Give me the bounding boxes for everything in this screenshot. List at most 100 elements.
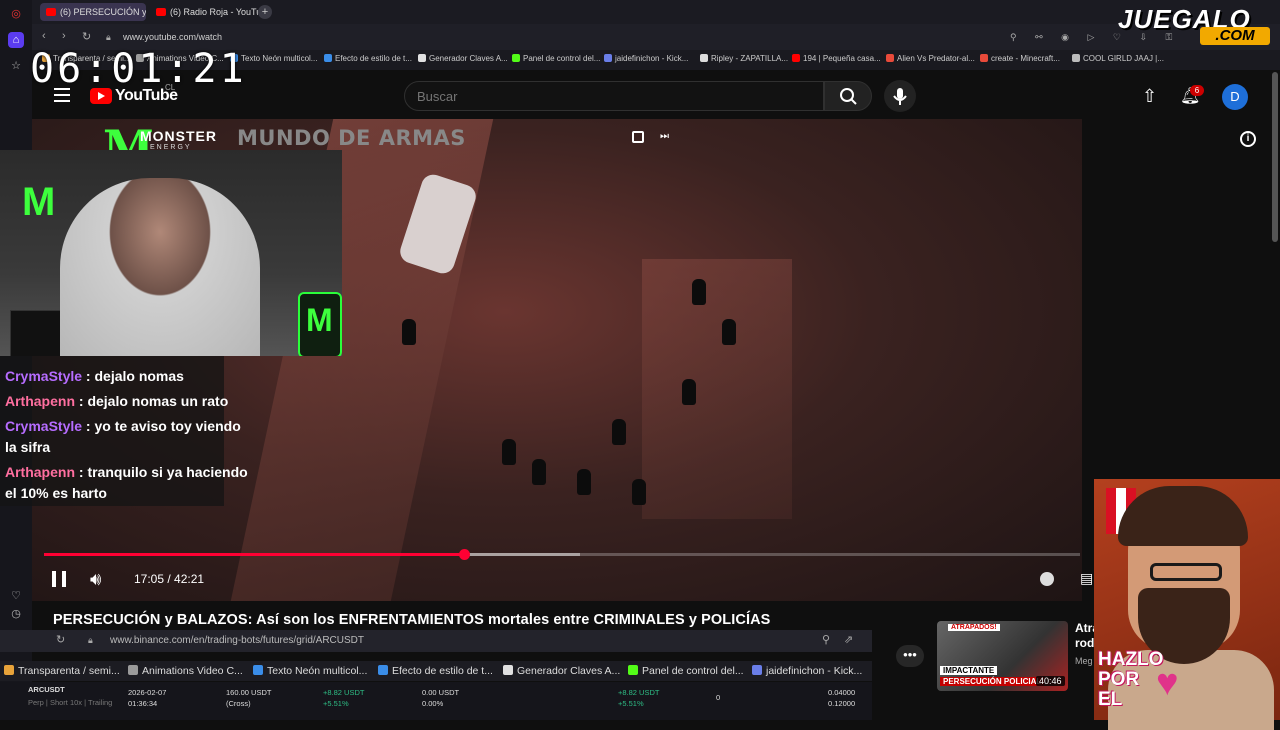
- video-figure: [632, 479, 646, 505]
- new-tab-button[interactable]: +: [258, 5, 272, 19]
- search-input[interactable]: [404, 81, 824, 111]
- bot-pnl: +8.82 USDT: [323, 688, 365, 697]
- notification-count-badge: 6: [1190, 85, 1204, 96]
- second-window-url[interactable]: www.binance.com/en/trading-bots/futures/…: [110, 635, 364, 646]
- bot-total-pnl: +8.82 USDT: [618, 688, 660, 697]
- webcam-feed: M M: [0, 150, 342, 356]
- microphone-icon: [893, 88, 907, 105]
- bookmark-label: Texto Neón multicol...: [241, 54, 318, 63]
- search-button[interactable]: [824, 81, 872, 111]
- page-scrollbar[interactable]: [1272, 72, 1278, 242]
- back-icon[interactable]: ‹: [42, 30, 46, 42]
- bookmark-item[interactable]: Texto Neón multicol...: [253, 665, 367, 677]
- history-icon[interactable]: ◷: [8, 606, 24, 622]
- bookmark-item[interactable]: Generador Claves A...: [418, 54, 508, 63]
- bookmark-favicon-icon: [512, 54, 520, 62]
- bookmark-item[interactable]: Panel de control del...: [628, 665, 744, 677]
- monster-logo-text: MONSTER: [140, 128, 217, 144]
- bookmark-label: Ripley - ZAPATILLA...: [711, 54, 789, 63]
- bot-symbol[interactable]: ARCUSDT: [28, 685, 65, 694]
- thumbnail-badge: ATRAPADOS!: [948, 624, 1000, 631]
- upload-icon[interactable]: ⇧: [1142, 86, 1157, 107]
- video-figure: [692, 279, 706, 305]
- tab-label: (6) Radio Roja - YouTube: [170, 7, 258, 17]
- bookmark-item[interactable]: Panel de control del...: [512, 54, 600, 63]
- search-icon: [840, 88, 857, 105]
- reload-icon[interactable]: ↻: [56, 633, 65, 646]
- bot-pnl-pct: +5.51%: [323, 699, 349, 708]
- bookmark-favicon-icon: [886, 54, 894, 62]
- youtube-favicon-icon: [46, 8, 56, 16]
- progress-scrubber[interactable]: [459, 549, 470, 560]
- tab-persecucion[interactable]: (6) PERSECUCIÓN y B: [40, 3, 146, 21]
- video-figure: [577, 469, 591, 495]
- info-icon[interactable]: i: [1240, 131, 1256, 147]
- lock-icon: 🔒︎: [88, 635, 93, 645]
- video-figure: [612, 419, 626, 445]
- hazlo-line: HAZLO: [1098, 649, 1164, 670]
- bookmark-favicon-icon: [378, 665, 388, 675]
- bookmark-item[interactable]: Transparenta / semi...: [4, 665, 120, 677]
- bookmark-favicon-icon: [792, 54, 800, 62]
- video-figure: [722, 319, 736, 345]
- pause-button[interactable]: [52, 571, 66, 587]
- lock-icon: 🔒︎: [106, 32, 111, 42]
- bookmark-favicon-icon: [980, 54, 988, 62]
- autoplay-toggle-icon[interactable]: [1040, 572, 1054, 586]
- home-icon[interactable]: ⌂: [8, 32, 24, 48]
- bookmark-favicon-icon: [1072, 54, 1080, 62]
- bookmark-item[interactable]: jaidefinichon - Kick...: [752, 665, 862, 677]
- more-actions-button[interactable]: •••: [896, 645, 924, 667]
- second-window-toolbar-icons[interactable]: ⚲⇗: [822, 633, 867, 646]
- bookmark-item[interactable]: Alien Vs Predator-al...: [886, 54, 975, 63]
- bookmark-item[interactable]: Ripley - ZAPATILLA...: [700, 54, 788, 63]
- bot-margin-mode: (Cross): [226, 699, 251, 708]
- bookmark-item[interactable]: Efecto de estilo de t...: [324, 54, 412, 63]
- bookmark-item[interactable]: jaidefinichon - Kick...: [604, 54, 688, 63]
- chat-text: : dejalo nomas un rato: [75, 393, 229, 409]
- bookmark-label: jaidefinichon - Kick...: [766, 665, 863, 677]
- miniplayer-icon[interactable]: [632, 131, 644, 143]
- el-line: EL: [1098, 689, 1123, 710]
- bookmark-favicon-icon: [503, 665, 513, 675]
- volume-icon[interactable]: 🔊︎: [90, 569, 101, 590]
- bookmark-favicon-icon: [324, 54, 332, 62]
- hazlo-por-el-text: HAZLO POR EL: [1098, 650, 1163, 710]
- video-figure: [532, 459, 546, 485]
- bookmark-label: Transparenta / semi...: [18, 665, 120, 677]
- bookmark-label: COOL GIRLD JAAJ |...: [1083, 54, 1164, 63]
- bookmark-item[interactable]: Generador Claves A...: [503, 665, 620, 677]
- subtitles-icon[interactable]: ▤: [1080, 570, 1093, 587]
- bookmark-favicon-icon: [4, 665, 14, 675]
- bookmark-item[interactable]: create - Minecraft...: [980, 54, 1060, 63]
- url-field[interactable]: www.youtube.com/watch: [123, 32, 222, 42]
- thumbnail-caption: IMPACTANTE: [940, 666, 998, 675]
- video-scene-building: [642, 259, 792, 519]
- bookmark-label: Efecto de estilo de t...: [392, 665, 493, 677]
- chat-username: Arthapenn: [5, 464, 75, 480]
- bookmark-label: Generador Claves A...: [517, 665, 621, 677]
- skip-icon[interactable]: ⏭: [660, 131, 669, 142]
- bookmark-item[interactable]: COOL GIRLD JAAJ |...: [1072, 54, 1164, 63]
- forward-icon[interactable]: ›: [62, 30, 66, 42]
- bookmark-item[interactable]: 194 | Pequeña casa...: [792, 54, 881, 63]
- bookmark-label: Animations Video C...: [142, 665, 243, 677]
- bookmark-item[interactable]: Efecto de estilo de t...: [378, 665, 493, 677]
- thumbnail-duration: 40:46: [1036, 676, 1065, 686]
- tab-radio-roja[interactable]: (6) Radio Roja - YouTube: [150, 3, 258, 21]
- account-avatar[interactable]: D: [1222, 84, 1248, 110]
- bot-date: 2026-02-07: [128, 688, 167, 697]
- heart-icon[interactable]: ♡: [8, 588, 24, 604]
- reload-icon[interactable]: ↻: [82, 30, 91, 43]
- voice-search-button[interactable]: [884, 80, 916, 112]
- chat-overlay: CrymaStyle : dejalo nomas Arthapenn : de…: [0, 356, 248, 506]
- streamer-figure: [60, 178, 260, 356]
- stream-clock: 06:01:21: [30, 46, 247, 92]
- pin-icon[interactable]: ☆: [8, 58, 24, 74]
- video-figure: [682, 379, 696, 405]
- chat-text: : dejalo nomas: [82, 368, 184, 384]
- bookmark-label: Panel de control del...: [523, 54, 601, 63]
- bookmark-item[interactable]: Animations Video C...: [128, 665, 243, 677]
- bookmark-favicon-icon: [128, 665, 138, 675]
- opera-logo-icon[interactable]: ◎: [8, 6, 24, 22]
